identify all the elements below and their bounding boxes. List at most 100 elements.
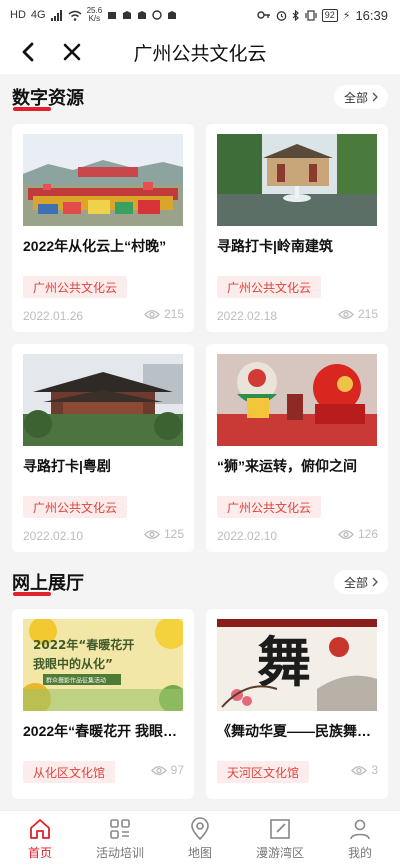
poster-line-1: 2022年“春暖花开 — [33, 637, 134, 652]
card-title: “狮”来运转，俯仰之间 — [217, 458, 357, 474]
user-icon — [350, 819, 370, 839]
poster-line-2: 我眼中的从化” — [33, 656, 113, 671]
notification-app-icon — [108, 12, 117, 19]
charging-icon: ⚡ — [342, 9, 351, 22]
eye-icon — [338, 529, 354, 539]
net-speed: 25.6 K/s — [87, 7, 103, 23]
main-content[interactable]: 数字资源 全部 2022年从化云上“村晚” 广州公共文化云 2022.01.26… — [0, 74, 400, 810]
view-count: 97 — [150, 763, 184, 777]
resource-card[interactable]: 寻路打卡|岭南建筑 广州公共文化云 2022.02.18 215 — [206, 124, 388, 332]
view-count-value: 97 — [170, 763, 184, 777]
tab-profile[interactable]: 我的 — [320, 811, 400, 866]
view-count-value: 126 — [357, 527, 378, 541]
card-title: 2022年“春暖花开 我眼中的从化” — [23, 723, 183, 739]
card-thumbnail: 舞 — [217, 619, 377, 711]
resource-card[interactable]: “狮”来运转，俯仰之间 广州公共文化云 2022.02.10 126 — [206, 344, 388, 552]
tab-map[interactable]: 地图 — [160, 811, 240, 866]
chevron-right-icon — [372, 577, 378, 587]
bottom-tab-bar: 首页 活动培训 地图 漫游湾区 我的 — [0, 810, 400, 866]
card-title: 寻路打卡|岭南建筑 — [217, 238, 333, 254]
source-tag: 广州公共文化云 — [23, 496, 128, 518]
edit-icon — [270, 818, 290, 839]
view-count: 215 — [338, 307, 378, 321]
net-speed-unit: K/s — [88, 14, 101, 23]
eye-icon — [144, 529, 160, 539]
sync-icon — [152, 10, 162, 20]
section-header-digital-resources: 数字资源 全部 — [0, 74, 400, 124]
card-thumbnail — [217, 354, 377, 446]
view-count-value: 125 — [163, 527, 184, 541]
view-count-value: 215 — [163, 307, 184, 321]
view-all-label: 全部 — [343, 575, 368, 590]
back-button[interactable] — [14, 37, 42, 67]
notification-app-icon — [123, 11, 132, 19]
card-thumbnail — [217, 134, 377, 226]
poster-calligraphy: 舞 — [257, 630, 311, 694]
cantonese-opera-building-image — [23, 354, 183, 446]
battery-level: 92 — [321, 8, 338, 22]
resource-card[interactable]: 2022年从化云上“村晚” 广州公共文化云 2022.01.26 215 — [12, 124, 194, 332]
view-count-value: 3 — [371, 763, 378, 777]
signal-icon — [50, 9, 62, 21]
view-count: 126 — [338, 527, 378, 541]
eye-icon — [338, 309, 354, 319]
source-tag: 天河区文化馆 — [217, 761, 310, 783]
publish-date: 2022.02.18 — [217, 309, 278, 323]
tab-label: 地图 — [187, 845, 212, 860]
status-left: HD 4G 25.6 K/s — [10, 7, 177, 23]
view-count: 3 — [351, 763, 378, 777]
section-title-underline — [13, 592, 51, 596]
exhibition-grid: 2022年“春暖花开 我眼中的从化” 群众摄影作品征集活动 2022年“春暖花开… — [0, 609, 400, 799]
lion-dance-image — [217, 354, 377, 446]
group-photo-image — [23, 134, 183, 226]
card-title: 寻路打卡|粤剧 — [23, 458, 111, 474]
card-thumbnail: 2022年“春暖花开 我眼中的从化” 群众摄影作品征集活动 — [23, 619, 183, 711]
dance-calligraphy-poster-image: 舞 — [217, 619, 377, 711]
tab-home[interactable]: 首页 — [0, 811, 80, 866]
card-title: 《舞动华夏——民族舞蹈》 — [217, 723, 377, 739]
exhibition-card[interactable]: 舞 《舞动华夏——民族舞蹈》 天河区文化馆 3 — [206, 609, 388, 799]
publish-date: 2022.02.10 — [23, 529, 84, 543]
resource-card[interactable]: 寻路打卡|粤剧 广州公共文化云 2022.02.10 125 — [12, 344, 194, 552]
chevron-right-icon — [372, 92, 378, 102]
vibrate-icon — [305, 9, 317, 21]
notification-app-icon — [138, 11, 147, 19]
notification-app-icon — [168, 11, 177, 19]
eye-icon — [144, 309, 160, 319]
status-bar: HD 4G 25.6 K/s 92 ⚡ 16:39 — [0, 0, 400, 30]
resource-grid: 2022年从化云上“村晚” 广州公共文化云 2022.01.26 215 寻路打… — [0, 124, 400, 552]
grid-icon — [110, 818, 130, 839]
bluetooth-icon — [292, 9, 299, 21]
page-title: 广州公共文化云 — [133, 43, 267, 65]
tab-activities[interactable]: 活动培训 — [80, 811, 160, 866]
home-icon — [30, 818, 50, 839]
status-right: 92 ⚡ 16:39 — [257, 8, 388, 23]
eye-icon — [150, 765, 167, 775]
view-count: 215 — [144, 307, 184, 321]
map-pin-icon — [191, 816, 209, 840]
tab-label: 我的 — [347, 845, 372, 860]
section-header-online-exhibition: 网上展厅 全部 — [0, 559, 400, 609]
close-button[interactable] — [58, 37, 86, 67]
card-thumbnail — [23, 354, 183, 446]
source-tag: 从化区文化馆 — [23, 761, 116, 783]
view-all-button[interactable]: 全部 — [333, 85, 388, 109]
exhibition-card[interactable]: 2022年“春暖花开 我眼中的从化” 群众摄影作品征集活动 2022年“春暖花开… — [12, 609, 194, 799]
tab-bay-area[interactable]: 漫游湾区 — [240, 811, 320, 866]
hd-indicator: HD — [10, 9, 26, 21]
card-thumbnail — [23, 134, 183, 226]
section-title-underline — [13, 107, 51, 111]
source-tag: 广州公共文化云 — [217, 496, 322, 518]
view-count: 125 — [144, 527, 184, 541]
key-icon — [257, 11, 270, 19]
lingnan-architecture-image — [217, 134, 377, 226]
tab-label: 活动培训 — [95, 845, 144, 860]
back-arrow-icon — [22, 42, 34, 62]
tab-label: 漫游湾区 — [255, 845, 304, 860]
alarm-icon — [276, 10, 287, 21]
view-all-button[interactable]: 全部 — [333, 570, 388, 594]
close-icon — [63, 43, 81, 61]
view-all-label: 全部 — [343, 90, 368, 105]
tab-label: 首页 — [27, 845, 52, 860]
network-type-indicator: 4G — [30, 9, 46, 21]
